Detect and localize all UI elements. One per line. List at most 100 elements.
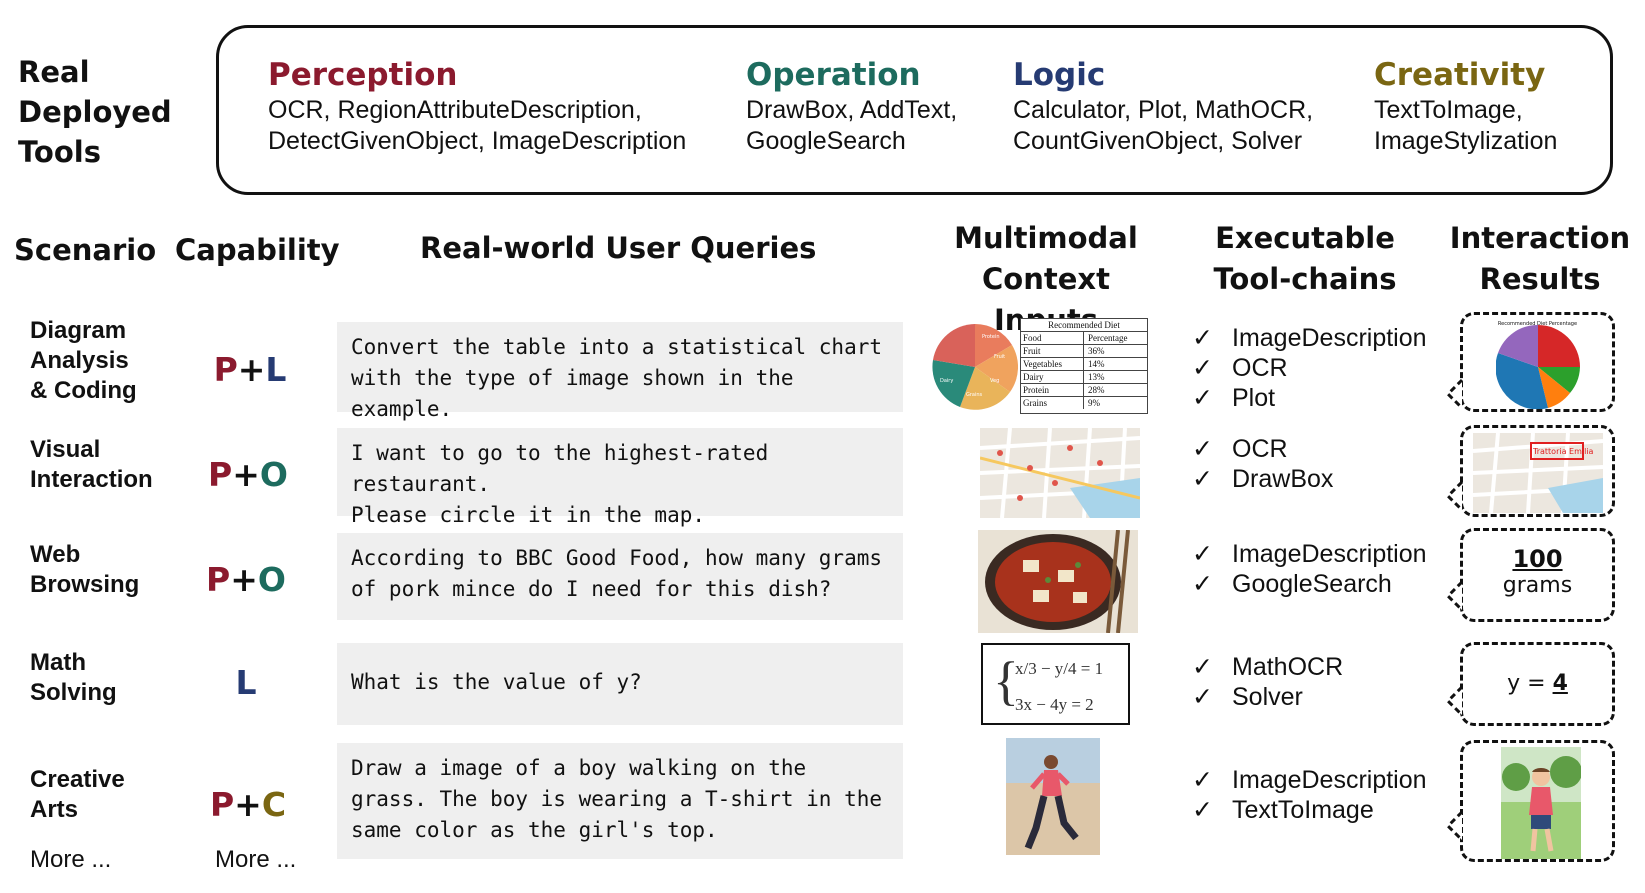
table-cell: 14% <box>1088 359 1105 369</box>
scenario-line: & Coding <box>30 377 137 404</box>
input-diet-table: Recommended Diet Food Percentage Fruit 3… <box>1020 318 1148 414</box>
toolchain-item: ✓ OCR <box>1192 434 1333 464</box>
toolchain-item: ✓ ImageDescription <box>1192 539 1427 569</box>
category-tools: CountGivenObject, Solver <box>1013 127 1303 155</box>
tool-name: Solver <box>1232 683 1303 711</box>
toolchain-item: ✓ TextToImage <box>1192 795 1427 825</box>
capability-badge: L <box>191 663 301 702</box>
category-title: Perception <box>268 57 458 93</box>
category-title: Logic <box>1013 57 1106 93</box>
header-capability: Capability <box>175 233 340 267</box>
capability-badge: P+C <box>193 785 303 824</box>
table-header-row: Food Percentage <box>1021 332 1147 345</box>
tool-name: MathOCR <box>1232 653 1344 681</box>
svg-text:Fruit: Fruit <box>994 354 1005 360</box>
query-text: According to BBC Good Food, how many gra… <box>351 546 883 601</box>
cap-letter: P <box>208 455 233 494</box>
speech-tail <box>1446 480 1464 512</box>
speech-tail <box>1446 378 1464 410</box>
check-icon: ✓ <box>1192 766 1213 794</box>
scenario-math-solving: Math Solving <box>30 648 117 708</box>
table-cell: Fruit <box>1021 345 1084 357</box>
toolchain-item: ✓ DrawBox <box>1192 464 1333 494</box>
result-map-icon: Trattoria Emilia <box>1473 433 1603 513</box>
equation-line: x/3 − y/4 = 1 <box>1015 659 1104 678</box>
result-box: Trattoria Emilia <box>1460 425 1615 517</box>
header-toolchains: Executable Tool-chains <box>1195 218 1415 300</box>
query-box: Convert the table into a statistical cha… <box>337 322 903 421</box>
label-line: Tools <box>18 135 101 169</box>
scenario-line: Web <box>30 541 81 568</box>
cap-letter: L <box>235 663 257 702</box>
tool-name: ImageDescription <box>1232 540 1427 568</box>
svg-text:Dairy: Dairy <box>940 378 953 384</box>
query-box: According to BBC Good Food, how many gra… <box>337 533 903 620</box>
category-logic: Logic Calculator, Plot, MathOCR, CountGi… <box>1013 55 1313 157</box>
svg-text:Veg: Veg <box>990 378 999 384</box>
scenario-line: Creative <box>30 766 125 793</box>
check-icon: ✓ <box>1192 324 1213 352</box>
table-cell: 13% <box>1088 372 1105 382</box>
result-box: y = 4 <box>1460 642 1615 726</box>
toolchain-list: ✓ ImageDescription ✓ TextToImage <box>1192 765 1427 825</box>
check-icon: ✓ <box>1192 683 1213 711</box>
result-map-label: Trattoria Emilia <box>1532 447 1594 456</box>
result-value: 100 <box>1512 545 1563 573</box>
header-line: Results <box>1479 262 1601 296</box>
toolchain-item: ✓ ImageDescription <box>1192 323 1427 353</box>
category-creativity: Creativity TextToImage, ImageStylization <box>1374 55 1557 157</box>
cap-letter: O <box>257 560 286 599</box>
cap-plus: + <box>232 455 260 494</box>
scenario-line: Math <box>30 649 86 676</box>
toolchain-list: ✓ ImageDescription ✓ GoogleSearch <box>1192 539 1427 599</box>
toolchain-item: ✓ MathOCR <box>1192 652 1343 682</box>
tool-name: DrawBox <box>1232 465 1334 493</box>
result-pie-chart <box>1496 325 1580 409</box>
check-icon: ✓ <box>1192 384 1213 412</box>
cap-letter: P <box>206 560 231 599</box>
check-icon: ✓ <box>1192 796 1213 824</box>
table-row: Protein 28% <box>1021 384 1147 397</box>
scenario-line: Arts <box>30 796 79 823</box>
category-tools: DrawBox, AddText, <box>746 96 958 124</box>
more-scenarios: More ... <box>30 846 112 873</box>
scenario-line: Solving <box>30 679 117 706</box>
category-tools: OCR, RegionAttributeDescription, <box>268 96 642 124</box>
result-value: 4 <box>1552 671 1568 696</box>
query-text: Draw a image of a boy walking on the gra… <box>351 756 883 842</box>
tool-name: ImageDescription <box>1232 766 1427 794</box>
check-icon: ✓ <box>1192 570 1213 598</box>
cap-plus: + <box>237 350 266 389</box>
label-line: Real <box>18 55 90 89</box>
query-text: What is the value of y? <box>351 670 642 694</box>
tool-name: OCR <box>1232 354 1288 382</box>
table-cell: Protein <box>1021 384 1084 396</box>
speech-tail <box>1446 685 1464 717</box>
result-box: 100 grams <box>1460 528 1615 622</box>
table-cell: Percentage <box>1088 333 1128 343</box>
toolchain-list: ✓ OCR ✓ DrawBox <box>1192 434 1333 494</box>
header-queries: Real-world User Queries <box>420 231 817 265</box>
cap-letter: O <box>259 455 288 494</box>
check-icon: ✓ <box>1192 435 1213 463</box>
tool-name: ImageDescription <box>1232 324 1427 352</box>
table-cell: Food <box>1021 332 1084 344</box>
toolchain-list: ✓ MathOCR ✓ Solver <box>1192 652 1343 712</box>
query-text: I want to go to the highest-rated restau… <box>351 441 769 527</box>
scenario-line: Interaction <box>30 466 153 493</box>
cap-letter: C <box>261 785 287 824</box>
scenario-diagram-analysis: Diagram Analysis & Coding <box>30 316 137 406</box>
speech-tail <box>1446 810 1464 842</box>
table-cell: 28% <box>1088 385 1105 395</box>
header-line: Interaction <box>1449 221 1631 255</box>
category-tools: DetectGivenObject, ImageDescription <box>268 127 687 155</box>
category-perception: Perception OCR, RegionAttributeDescripti… <box>268 55 686 157</box>
scenario-line: Browsing <box>30 571 140 598</box>
check-icon: ✓ <box>1192 540 1213 568</box>
category-title: Creativity <box>1374 57 1546 93</box>
category-tools: ImageStylization <box>1374 127 1558 155</box>
scenario-creative-arts: Creative Arts <box>30 765 125 825</box>
scenario-web-browsing: Web Browsing <box>30 540 139 600</box>
header-scenario: Scenario <box>14 233 157 267</box>
table-cell: 36% <box>1088 346 1105 356</box>
